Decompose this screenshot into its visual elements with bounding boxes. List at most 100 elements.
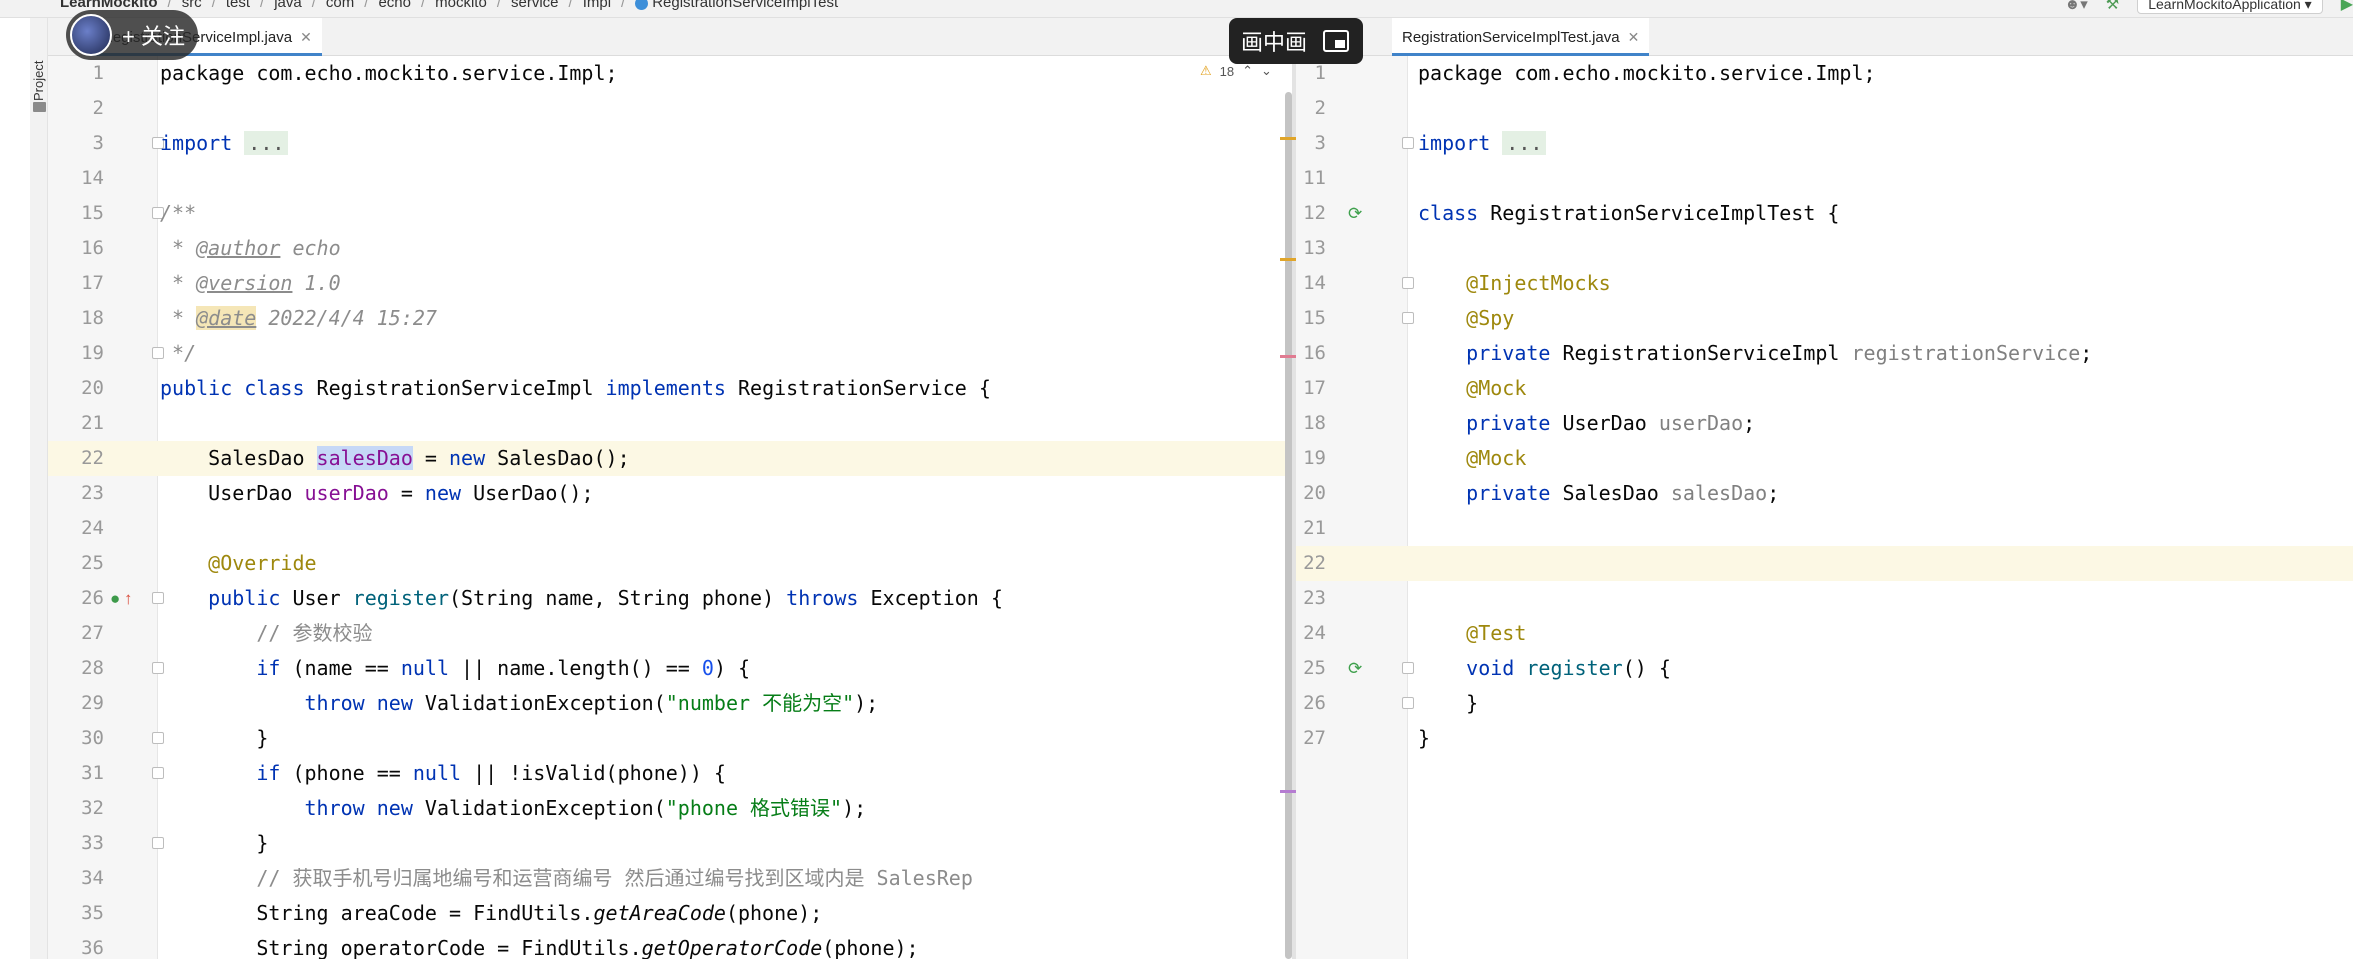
breadcrumb-separator: / xyxy=(312,0,316,11)
strip-edge xyxy=(0,18,30,959)
line-number: 24 xyxy=(1296,616,1326,651)
breadcrumb-item[interactable]: test xyxy=(226,0,250,11)
line-number: 2 xyxy=(1296,91,1326,126)
follow-label: + 关注 xyxy=(122,19,185,51)
breadcrumb-current[interactable]: RegistrationServiceImplTest xyxy=(635,0,838,11)
fold-toggle[interactable] xyxy=(1402,277,1414,289)
line-number: 31 xyxy=(48,756,104,791)
code-text: // 参数校验 xyxy=(160,616,372,651)
line-number: 26 xyxy=(1296,686,1326,721)
code-text: * @date 2022/4/4 15:27 xyxy=(160,301,437,336)
code-line: 27 } xyxy=(1296,721,2353,756)
code-line: 2 xyxy=(1296,91,2353,126)
line-number: 30 xyxy=(48,721,104,756)
right-code-editor[interactable]: 1 package com.echo.mockito.service.Impl;… xyxy=(1296,56,2353,959)
code-line: 20 private SalesDao salesDao; xyxy=(1296,476,2353,511)
folded-region[interactable]: ... xyxy=(244,131,288,155)
fold-toggle[interactable] xyxy=(1402,662,1414,674)
line-number: 15 xyxy=(1296,301,1326,336)
line-number: 22 xyxy=(48,441,104,476)
selected-identifier[interactable]: salesDao xyxy=(317,446,413,470)
breadcrumb-item[interactable]: mockito xyxy=(435,0,487,11)
breadcrumb-current-label: RegistrationServiceImplTest xyxy=(652,0,838,11)
line-number: 35 xyxy=(48,896,104,931)
code-line: 16 * @author echo xyxy=(48,231,1292,266)
navigation-bar: LearnMockito / src / test / java / com /… xyxy=(0,0,2353,18)
breadcrumb-item[interactable]: java xyxy=(274,0,302,11)
picture-in-picture-button[interactable]: 画中画 xyxy=(1229,18,1363,64)
error-marker[interactable] xyxy=(1280,355,1296,358)
breadcrumb-item[interactable]: Impl xyxy=(583,0,611,11)
warning-marker[interactable] xyxy=(1280,258,1296,261)
code-line: 30 } xyxy=(48,721,1292,756)
code-line: 28 if (name == null || name.length() == … xyxy=(48,651,1292,686)
run-icon[interactable]: ▶ xyxy=(2341,0,2353,14)
code-line: 21 xyxy=(1296,511,2353,546)
code-text: if (phone == null || !isValid(phone)) { xyxy=(160,756,726,791)
code-line: 15 /** xyxy=(48,196,1292,231)
fold-toggle[interactable] xyxy=(1402,697,1414,709)
code-line: 18 private UserDao userDao; xyxy=(1296,406,2353,441)
override-arrow-icon[interactable]: ↑ xyxy=(124,590,133,607)
code-text: if (name == null || name.length() == 0) … xyxy=(160,651,750,686)
breadcrumb-item[interactable]: src xyxy=(182,0,202,11)
warning-marker[interactable] xyxy=(1280,137,1296,140)
run-configuration-select[interactable]: LearnMockitoApplication ▾ xyxy=(2137,0,2322,14)
line-number: 24 xyxy=(48,511,104,546)
code-text: String areaCode = FindUtils.getAreaCode(… xyxy=(160,896,822,931)
code-text: @Override xyxy=(160,546,317,581)
line-number: 13 xyxy=(1296,231,1326,266)
line-number: 14 xyxy=(48,161,104,196)
line-number: 11 xyxy=(1296,161,1326,196)
hammer-icon[interactable]: ⚒ xyxy=(2106,0,2119,13)
warning-count: 18 xyxy=(1220,64,1234,79)
code-text: } xyxy=(1418,721,1430,756)
line-number: 32 xyxy=(48,791,104,826)
breadcrumb-item[interactable]: echo xyxy=(378,0,411,11)
code-line: 17 @Mock xyxy=(1296,371,2353,406)
chevron-down-icon[interactable]: ⌄ xyxy=(1261,63,1272,79)
close-icon[interactable]: ✕ xyxy=(300,29,312,45)
code-text: // 获取手机号归属地编号和运营商编号 然后通过编号找到区域内是 SalesRe… xyxy=(160,861,973,896)
line-number: 33 xyxy=(48,826,104,861)
line-number: 3 xyxy=(48,126,104,161)
fold-toggle[interactable] xyxy=(1402,137,1414,149)
fold-toggle[interactable] xyxy=(1402,312,1414,324)
line-number: 23 xyxy=(48,476,104,511)
pip-label: 画中画 xyxy=(1241,25,1307,57)
code-line: 16 private RegistrationServiceImpl regis… xyxy=(1296,336,2353,371)
code-line: 12 ⟳ class RegistrationServiceImplTest { xyxy=(1296,196,2353,231)
code-line: 21 xyxy=(48,406,1292,441)
tab-registration-service-impl-test[interactable]: RegistrationServiceImplTest.java✕ xyxy=(1392,18,1649,56)
pip-icon xyxy=(1323,30,1349,52)
code-line: 29 throw new ValidationException("number… xyxy=(48,686,1292,721)
warning-icon: ⚠ xyxy=(1200,63,1212,79)
code-line: 14 xyxy=(48,161,1292,196)
chevron-up-icon[interactable]: ⌃ xyxy=(1242,63,1253,79)
implements-method-icon[interactable]: ● xyxy=(110,590,120,607)
follow-button[interactable]: + 关注 xyxy=(66,10,198,60)
breadcrumb-item[interactable]: com xyxy=(326,0,354,11)
folded-region[interactable]: ... xyxy=(1502,131,1546,155)
close-icon[interactable]: ✕ xyxy=(1628,29,1640,45)
usage-marker[interactable] xyxy=(1280,790,1296,793)
code-text: void register() { xyxy=(1418,651,1671,686)
code-text: package com.echo.mockito.service.Impl; xyxy=(1418,56,1876,91)
line-number: 28 xyxy=(48,651,104,686)
code-text: @Mock xyxy=(1418,441,1526,476)
user-icon[interactable]: ☻▾ xyxy=(2064,0,2087,13)
breadcrumb-item[interactable]: service xyxy=(511,0,559,11)
code-line: 20 public class RegistrationServiceImpl … xyxy=(48,371,1292,406)
code-line: 35 String areaCode = FindUtils.getAreaCo… xyxy=(48,896,1292,931)
code-line: 2 xyxy=(48,91,1292,126)
inspection-widget[interactable]: ⚠ 18 ⌃ ⌄ xyxy=(1200,63,1272,79)
run-test-class-icon[interactable]: ⟳ xyxy=(1348,205,1362,222)
code-line: 32 throw new ValidationException("phone … xyxy=(48,791,1292,826)
line-number: 25 xyxy=(48,546,104,581)
run-test-method-icon[interactable]: ⟳ xyxy=(1348,660,1362,677)
code-line-current: 22 xyxy=(1296,546,2353,581)
vertical-scrollbar[interactable] xyxy=(1285,92,1292,959)
code-line: 36 String operatorCode = FindUtils.getOp… xyxy=(48,931,1292,959)
line-number: 2 xyxy=(48,91,104,126)
left-code-editor[interactable]: 1 package com.echo.mockito.service.Impl;… xyxy=(48,56,1292,959)
